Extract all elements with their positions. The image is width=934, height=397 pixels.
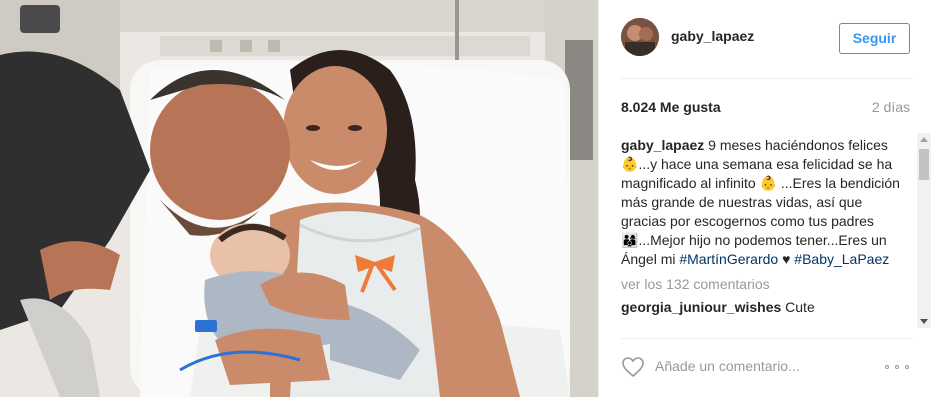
scroll-up-icon[interactable] (920, 137, 928, 142)
comment-text: Cute (785, 299, 815, 315)
heart-outline-icon[interactable] (621, 356, 645, 378)
comments-scrollbar[interactable] (917, 133, 931, 328)
add-comment-input[interactable] (655, 355, 875, 377)
more-options-icon[interactable] (885, 356, 911, 376)
scroll-down-icon[interactable] (920, 319, 928, 324)
post-sidebar: gaby_lapaez Seguir 8.024 Me gusta 2 días… (598, 0, 934, 397)
baby-face-emoji-icon: 👶 (759, 175, 777, 191)
post-caption: gaby_lapaez 9 meses haciéndonos felices … (621, 136, 911, 269)
comment-username[interactable]: georgia_juniour_wishes (621, 299, 781, 315)
hashtag-martin-gerardo[interactable]: #MartínGerardo (679, 251, 778, 267)
likes-count[interactable]: 8.024 Me gusta (621, 99, 721, 115)
avatar-image (621, 18, 659, 56)
photo-illustration (0, 0, 598, 397)
post-photo[interactable] (0, 0, 598, 397)
caption-username[interactable]: gaby_lapaez (621, 137, 704, 153)
avatar[interactable] (621, 18, 659, 56)
actions-divider (621, 338, 913, 339)
comment-item: georgia_juniour_wishes Cute (621, 298, 911, 317)
header-divider (621, 78, 913, 79)
family-emoji-icon: 👨‍👩‍👦 (621, 232, 639, 248)
post-timestamp[interactable]: 2 días (872, 99, 910, 115)
follow-button[interactable]: Seguir (839, 23, 910, 54)
hashtag-baby-lapaez[interactable]: #Baby_LaPaez (794, 251, 889, 267)
black-heart-emoji-icon: ♥ (782, 251, 791, 267)
username-link[interactable]: gaby_lapaez (671, 28, 754, 44)
caption-text-1: 9 meses haciéndonos felices (704, 137, 888, 153)
scrollbar-thumb[interactable] (919, 149, 929, 180)
baby-emoji-icon: 👶 (621, 156, 639, 172)
view-all-comments-link[interactable]: ver los 132 comentarios (621, 275, 911, 294)
comments-list: gaby_lapaez 9 meses haciéndonos felices … (621, 136, 911, 332)
post-header: gaby_lapaez Seguir (599, 0, 934, 78)
